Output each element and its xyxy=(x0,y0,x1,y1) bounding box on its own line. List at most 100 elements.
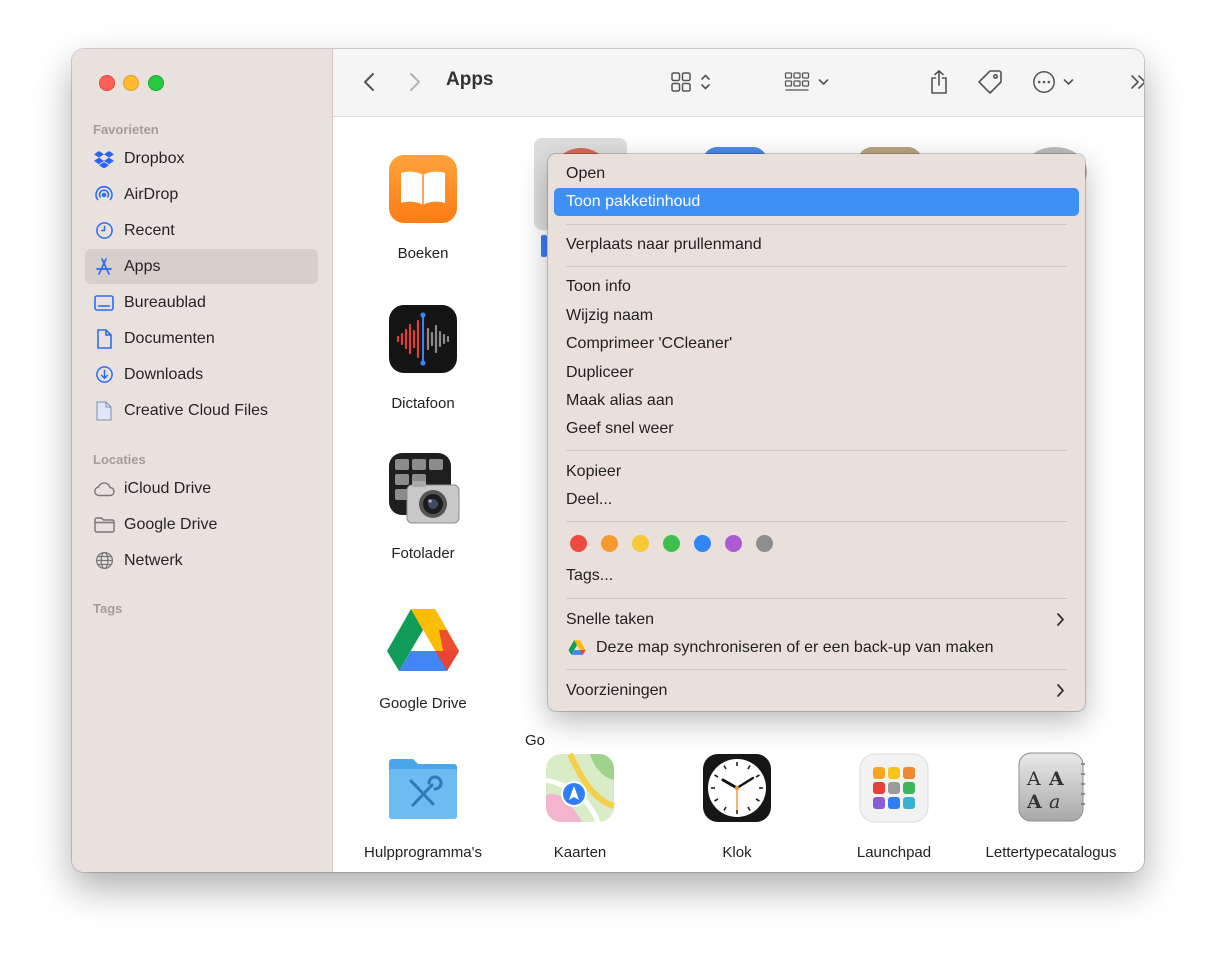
chevron-down-icon xyxy=(818,79,828,85)
menu-item-services[interactable]: Voorzieningen xyxy=(554,677,1079,705)
maps-icon xyxy=(542,750,618,826)
back-button[interactable] xyxy=(359,70,379,94)
menu-separator xyxy=(566,450,1067,451)
chevron-right-icon xyxy=(410,73,420,91)
menu-item-quick-look[interactable]: Geef snel weer xyxy=(554,415,1079,443)
menu-item-show-package-contents[interactable]: Toon pakketinhoud xyxy=(554,188,1079,216)
sidebar-item-label: iCloud Drive xyxy=(124,479,212,497)
books-icon xyxy=(385,151,461,227)
app-item[interactable]: Boeken xyxy=(343,151,503,264)
sidebar-item-google-drive[interactable]: Google Drive xyxy=(85,507,318,542)
tag-button[interactable] xyxy=(975,68,1005,96)
app-name: Launchpad xyxy=(856,844,932,861)
more-actions-button[interactable] xyxy=(1029,69,1077,95)
forward-button[interactable] xyxy=(405,70,425,94)
tag-color-gray[interactable] xyxy=(756,535,773,552)
svg-text:A: A xyxy=(1026,791,1042,813)
sidebar-item-desktop[interactable]: Bureaublad xyxy=(85,285,318,320)
group-icon xyxy=(784,72,809,91)
sidebar-item-documents[interactable]: Documenten xyxy=(85,321,318,356)
menu-separator xyxy=(566,598,1067,599)
app-item[interactable]: A A A a Lettertypecatalogus xyxy=(971,750,1131,863)
menu-item-compress[interactable]: Comprimeer 'CCleaner' xyxy=(554,330,1079,358)
tag-icon xyxy=(978,70,1002,94)
sidebar-item-label: AirDrop xyxy=(124,185,179,203)
minimize-window-button[interactable] xyxy=(123,75,139,91)
close-window-button[interactable] xyxy=(99,75,115,91)
chevron-down-icon xyxy=(1063,79,1074,85)
google-drive-icon xyxy=(385,601,461,677)
dropbox-icon xyxy=(93,148,115,170)
toolbar-overflow-button[interactable] xyxy=(1128,71,1144,93)
clock-app-icon xyxy=(699,750,775,826)
app-item[interactable]: Klok xyxy=(657,750,817,863)
chevron-right-icon xyxy=(1057,613,1064,626)
font-book-icon: A A A a xyxy=(1013,750,1089,826)
clock-icon xyxy=(93,220,115,242)
context-menu: Open Toon pakketinhoud Verplaats naar pr… xyxy=(548,154,1085,711)
tag-color-purple[interactable] xyxy=(725,535,742,552)
tag-color-yellow[interactable] xyxy=(632,535,649,552)
menu-item-quick-actions[interactable]: Snelle taken xyxy=(554,606,1079,634)
zoom-window-button[interactable] xyxy=(148,75,164,91)
up-down-chevron-icon xyxy=(700,74,710,90)
share-button[interactable] xyxy=(926,67,952,97)
menu-item-open[interactable]: Open xyxy=(554,160,1079,188)
app-item[interactable]: Fotolader xyxy=(343,451,503,564)
apps-icon xyxy=(93,256,115,278)
window-title: Apps xyxy=(446,69,494,90)
utilities-folder-icon xyxy=(385,750,461,826)
sidebar-item-icloud-drive[interactable]: iCloud Drive xyxy=(85,471,318,506)
app-item[interactable]: Google Drive xyxy=(343,601,503,714)
app-name: Hulpprogramma's xyxy=(364,844,482,861)
app-item[interactable]: Dictafoon xyxy=(343,301,503,414)
tag-color-blue[interactable] xyxy=(694,535,711,552)
menu-item-rename[interactable]: Wijzig naam xyxy=(554,302,1079,330)
menu-item-copy[interactable]: Kopieer xyxy=(554,458,1079,486)
download-icon xyxy=(93,364,115,386)
sidebar-item-recent[interactable]: Recent xyxy=(85,213,318,248)
sidebar-item-label: Downloads xyxy=(124,365,204,383)
menu-separator xyxy=(566,669,1067,670)
sidebar-item-apps[interactable]: Apps xyxy=(85,249,318,284)
menu-item-sync-folder[interactable]: Deze map synchroniseren of er een back-u… xyxy=(554,634,1079,662)
menu-item-duplicate[interactable]: Dupliceer xyxy=(554,359,1079,387)
launchpad-icon xyxy=(856,750,932,826)
sidebar-item-label: Dropbox xyxy=(124,149,185,167)
view-mode-button[interactable] xyxy=(665,69,715,95)
menu-item-tags[interactable]: Tags... xyxy=(554,562,1079,590)
sidebar-item-airdrop[interactable]: AirDrop xyxy=(85,177,318,212)
menu-item-move-to-trash[interactable]: Verplaats naar prullenmand xyxy=(554,231,1079,259)
file-icon xyxy=(93,400,115,422)
sidebar-item-creative-cloud[interactable]: Creative Cloud Files xyxy=(85,393,318,428)
app-name: Google Drive xyxy=(379,695,467,712)
voice-memos-icon xyxy=(385,301,461,377)
sidebar-item-label: Netwerk xyxy=(124,551,183,569)
share-icon xyxy=(931,70,947,94)
sidebar: Favorieten Dropbox AirDrop Recent Apps B… xyxy=(72,49,333,872)
sidebar-item-network[interactable]: Netwerk xyxy=(85,543,318,578)
app-item[interactable]: Kaarten xyxy=(500,750,660,863)
image-capture-icon xyxy=(385,451,461,527)
app-name-partial: Go xyxy=(525,732,546,749)
app-name: Dictafoon xyxy=(391,395,455,412)
app-item[interactable]: Hulpprogramma's xyxy=(343,750,503,863)
sidebar-item-label: Recent xyxy=(124,221,175,239)
menu-item-make-alias[interactable]: Maak alias aan xyxy=(554,387,1079,415)
tag-color-green[interactable] xyxy=(663,535,680,552)
airdrop-icon xyxy=(93,184,115,206)
menu-item-share[interactable]: Deel... xyxy=(554,486,1079,514)
tag-color-red[interactable] xyxy=(570,535,587,552)
cloud-icon xyxy=(93,478,115,500)
sidebar-item-label: Apps xyxy=(124,257,161,275)
sidebar-item-dropbox[interactable]: Dropbox xyxy=(85,141,318,176)
google-drive-icon xyxy=(568,640,586,655)
desktop-icon xyxy=(93,292,115,314)
sidebar-item-downloads[interactable]: Downloads xyxy=(85,357,318,392)
app-item[interactable]: Launchpad xyxy=(814,750,974,863)
menu-item-get-info[interactable]: Toon info xyxy=(554,273,1079,301)
group-button[interactable] xyxy=(781,69,831,95)
tag-color-orange[interactable] xyxy=(601,535,618,552)
app-name: Boeken xyxy=(397,245,449,262)
sidebar-item-label: Documenten xyxy=(124,329,215,347)
